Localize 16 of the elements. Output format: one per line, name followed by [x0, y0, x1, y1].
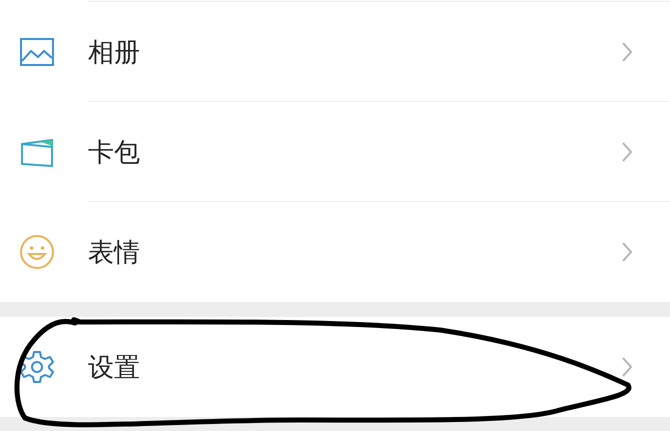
chevron-right-icon [621, 141, 633, 163]
menu-label: 相册 [88, 36, 141, 70]
chevron-right-icon [621, 241, 633, 263]
menu-label: 设置 [88, 352, 141, 384]
chevron-right-icon [621, 41, 633, 63]
menu-item[interactable]: 卡包 [0, 102, 670, 202]
settings-icon [19, 349, 55, 385]
chevron-right-icon [621, 356, 633, 378]
menu-item[interactable]: 表情 [0, 202, 670, 302]
menu-item[interactable]: 设置 [0, 317, 670, 417]
menu-label: 表情 [88, 236, 141, 270]
menu-item[interactable]: 相册 [0, 2, 670, 102]
menu-label: 卡包 [88, 136, 141, 170]
card-icon [19, 136, 55, 168]
image-icon [19, 37, 55, 67]
smiley-icon [19, 234, 55, 270]
